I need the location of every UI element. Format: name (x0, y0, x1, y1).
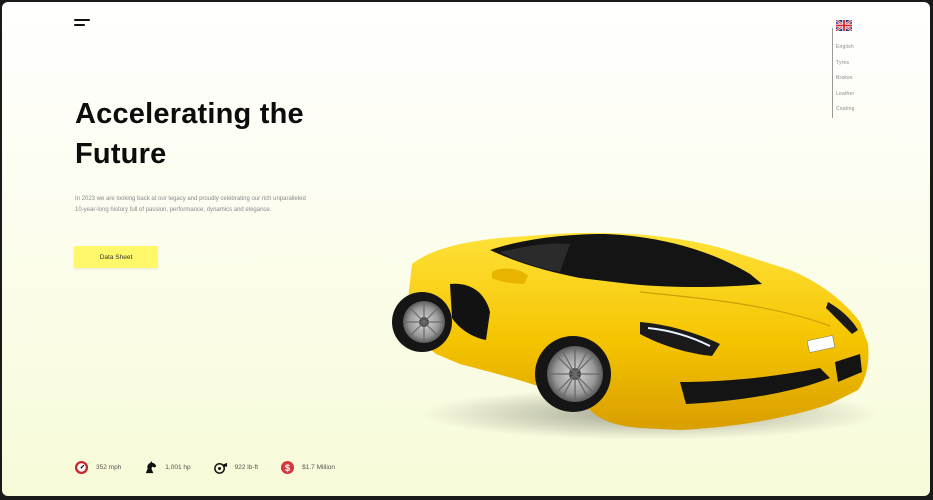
speedometer-icon (74, 460, 89, 474)
side-nav-item-brakes[interactable]: Brakes (836, 71, 855, 87)
dollar-icon: $ (281, 460, 295, 474)
spec-top-speed: 352 mph (74, 460, 121, 475)
data-sheet-button[interactable]: Data Sheet (74, 246, 158, 268)
spec-top-speed-value: 352 mph (96, 463, 122, 471)
side-nav-item-coating[interactable]: Coating (836, 102, 855, 118)
side-nav-item-leather[interactable]: Leather (836, 87, 855, 103)
turbo-icon (213, 462, 227, 474)
spec-horsepower: 1,001 hp (143, 460, 191, 475)
hero-title: Accelerating the Future (75, 98, 304, 170)
side-nav-list: English Tyres Brakes Leather Coating (836, 40, 855, 118)
side-nav-item-tyres[interactable]: Tyres (836, 56, 855, 72)
side-nav-item-english[interactable]: English (836, 40, 855, 56)
spec-horsepower-value: 1,001 hp (165, 463, 191, 471)
spec-torque: 922 lb-ft (213, 460, 259, 475)
horse-icon (146, 460, 157, 473)
spec-price: $ $1.7 Million (280, 460, 335, 475)
svg-text:$: $ (285, 462, 291, 472)
spec-torque-value: 922 lb-ft (234, 463, 259, 471)
menu-line (74, 24, 85, 26)
hamburger-menu-button[interactable] (74, 18, 92, 30)
uk-flag-icon[interactable] (836, 20, 852, 31)
side-nav-divider (832, 28, 833, 118)
hero-description: In 2023 we are looking back at our legac… (75, 196, 306, 213)
car-image (392, 232, 880, 440)
menu-line (74, 19, 90, 21)
spec-price-value: $1.7 Million (302, 463, 335, 471)
page: English Tyres Brakes Leather Coating Acc… (2, 2, 930, 496)
spec-list: 352 mph 1,001 hp 922 lb-ft $ $1.7 Millio… (74, 458, 357, 476)
